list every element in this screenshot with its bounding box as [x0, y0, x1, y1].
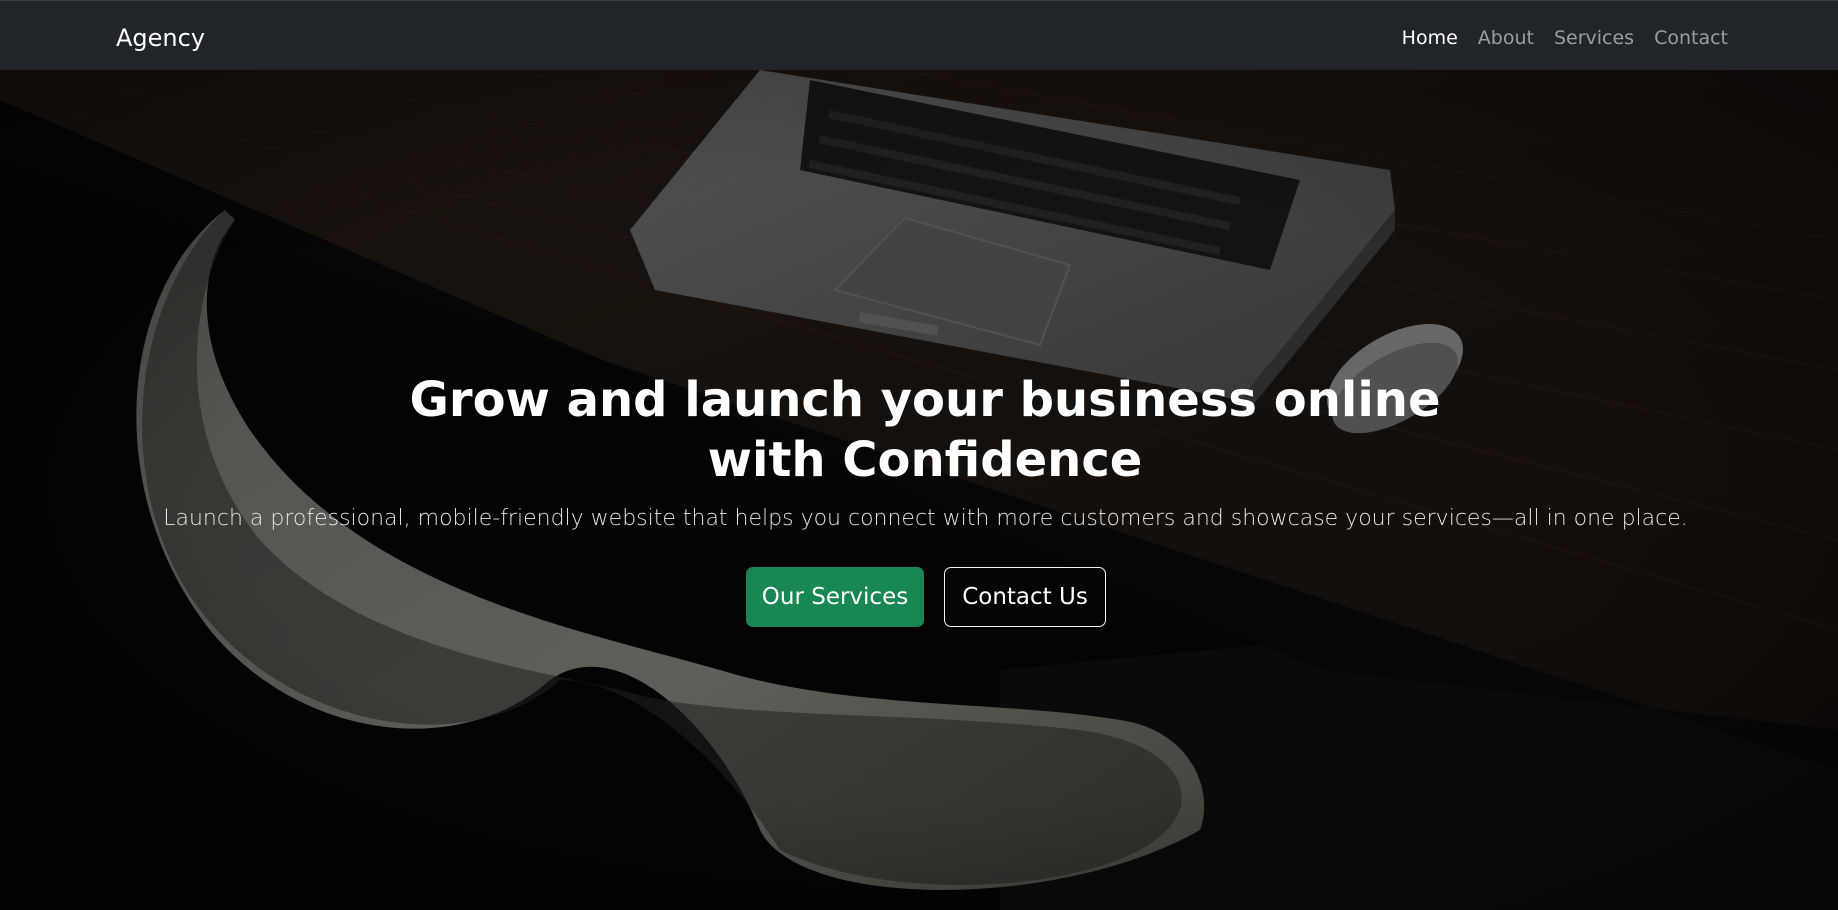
contact-us-button[interactable]: Contact Us: [944, 567, 1106, 627]
hero-subheadline: Launch a professional, mobile-friendly w…: [163, 506, 1688, 531]
nav-link-about[interactable]: About: [1478, 25, 1534, 51]
our-services-button[interactable]: Our Services: [746, 567, 924, 627]
brand-logo[interactable]: Agency: [116, 23, 205, 53]
navbar: Agency Home About Services Contact: [0, 0, 1838, 70]
hero-content: Grow and launch your business online wit…: [0, 70, 1838, 910]
nav-link-services[interactable]: Services: [1554, 25, 1634, 51]
nav-link-contact[interactable]: Contact: [1654, 25, 1728, 51]
hero-section: Grow and launch your business online wit…: [0, 70, 1838, 910]
nav-link-home[interactable]: Home: [1402, 25, 1458, 51]
nav-links: Home About Services Contact: [1402, 25, 1728, 51]
hero-headline: Grow and launch your business online wit…: [409, 372, 1441, 488]
